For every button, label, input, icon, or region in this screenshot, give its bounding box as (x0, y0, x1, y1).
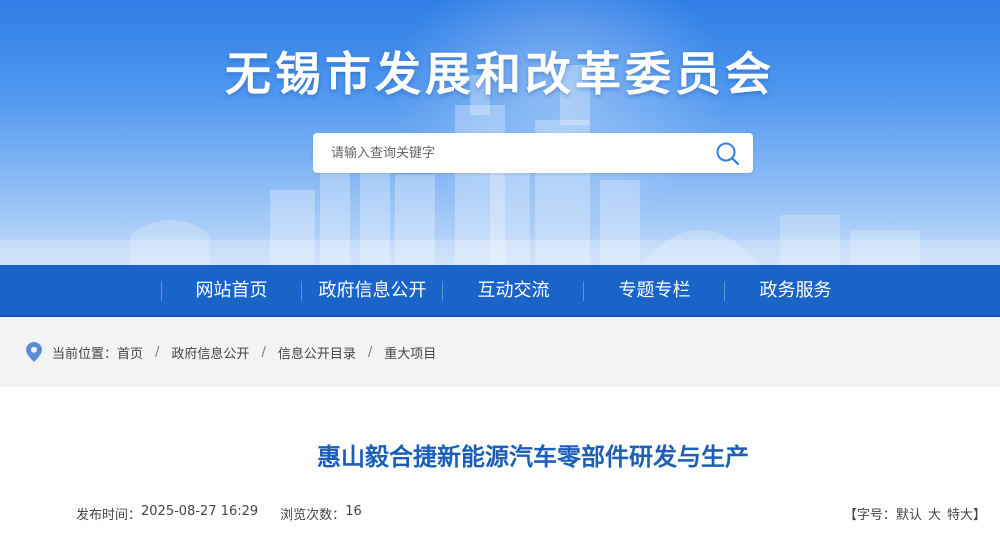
view-count-label: 浏览次数： (280, 508, 346, 523)
breadcrumb-separator: / (261, 344, 266, 360)
main-nav: 网站首页 政府信息公开 互动交流 专题专栏 政务服务 (0, 265, 1000, 317)
search-box (313, 133, 753, 173)
nav-item-home[interactable]: 网站首页 (161, 265, 302, 317)
nav-item-services[interactable]: 政务服务 (725, 265, 866, 317)
breadcrumb-prefix: 当前位置： (52, 346, 118, 362)
article-title: 惠山毅合捷新能源汽车零部件研发与生产 (317, 443, 749, 471)
breadcrumb-separator: / (155, 344, 160, 360)
view-count: 16 (345, 504, 362, 519)
breadcrumb-info-catalog[interactable]: 信息公开目录 (278, 343, 356, 362)
font-size-switcher: 【 字号： 默认 大 特大 】 (844, 504, 986, 523)
font-size-bracket-open: 【 (843, 508, 857, 523)
site-title: 无锡市发展和改革委员会 (225, 47, 775, 101)
nav-item-topics[interactable]: 专题专栏 (584, 265, 725, 317)
breadcrumb-gov-info[interactable]: 政府信息公开 (171, 343, 249, 362)
header-banner: 无锡市发展和改革委员会 (0, 0, 1000, 265)
search-input[interactable] (313, 133, 703, 173)
nav-item-gov-info[interactable]: 政府信息公开 (302, 265, 443, 317)
breadcrumb-home[interactable]: 首页 (117, 343, 143, 362)
article-meta: 发布时间： 2025-08-27 16:29 浏览次数： 16 (76, 504, 362, 523)
publish-time: 2025-08-27 16:29 (141, 504, 259, 519)
search-icon[interactable] (715, 141, 741, 167)
breadcrumb-major-projects[interactable]: 重大项目 (384, 343, 436, 362)
nav-item-interaction[interactable]: 互动交流 (443, 265, 584, 317)
font-size-extra-large[interactable]: 特大 (947, 504, 973, 523)
breadcrumb-bar: 当前位置： 首页 / 政府信息公开 / 信息公开目录 / 重大项目 (0, 317, 1000, 387)
font-size-label: 字号： (856, 508, 896, 523)
font-size-large[interactable]: 大 (928, 504, 941, 523)
publish-time-label: 发布时间： (76, 508, 142, 523)
breadcrumb: 当前位置： 首页 / 政府信息公开 / 信息公开目录 / 重大项目 (26, 342, 436, 362)
location-pin-icon (26, 342, 42, 362)
font-size-default[interactable]: 默认 (896, 504, 922, 523)
breadcrumb-separator: / (367, 344, 373, 360)
font-size-bracket-close: 】 (972, 508, 986, 523)
